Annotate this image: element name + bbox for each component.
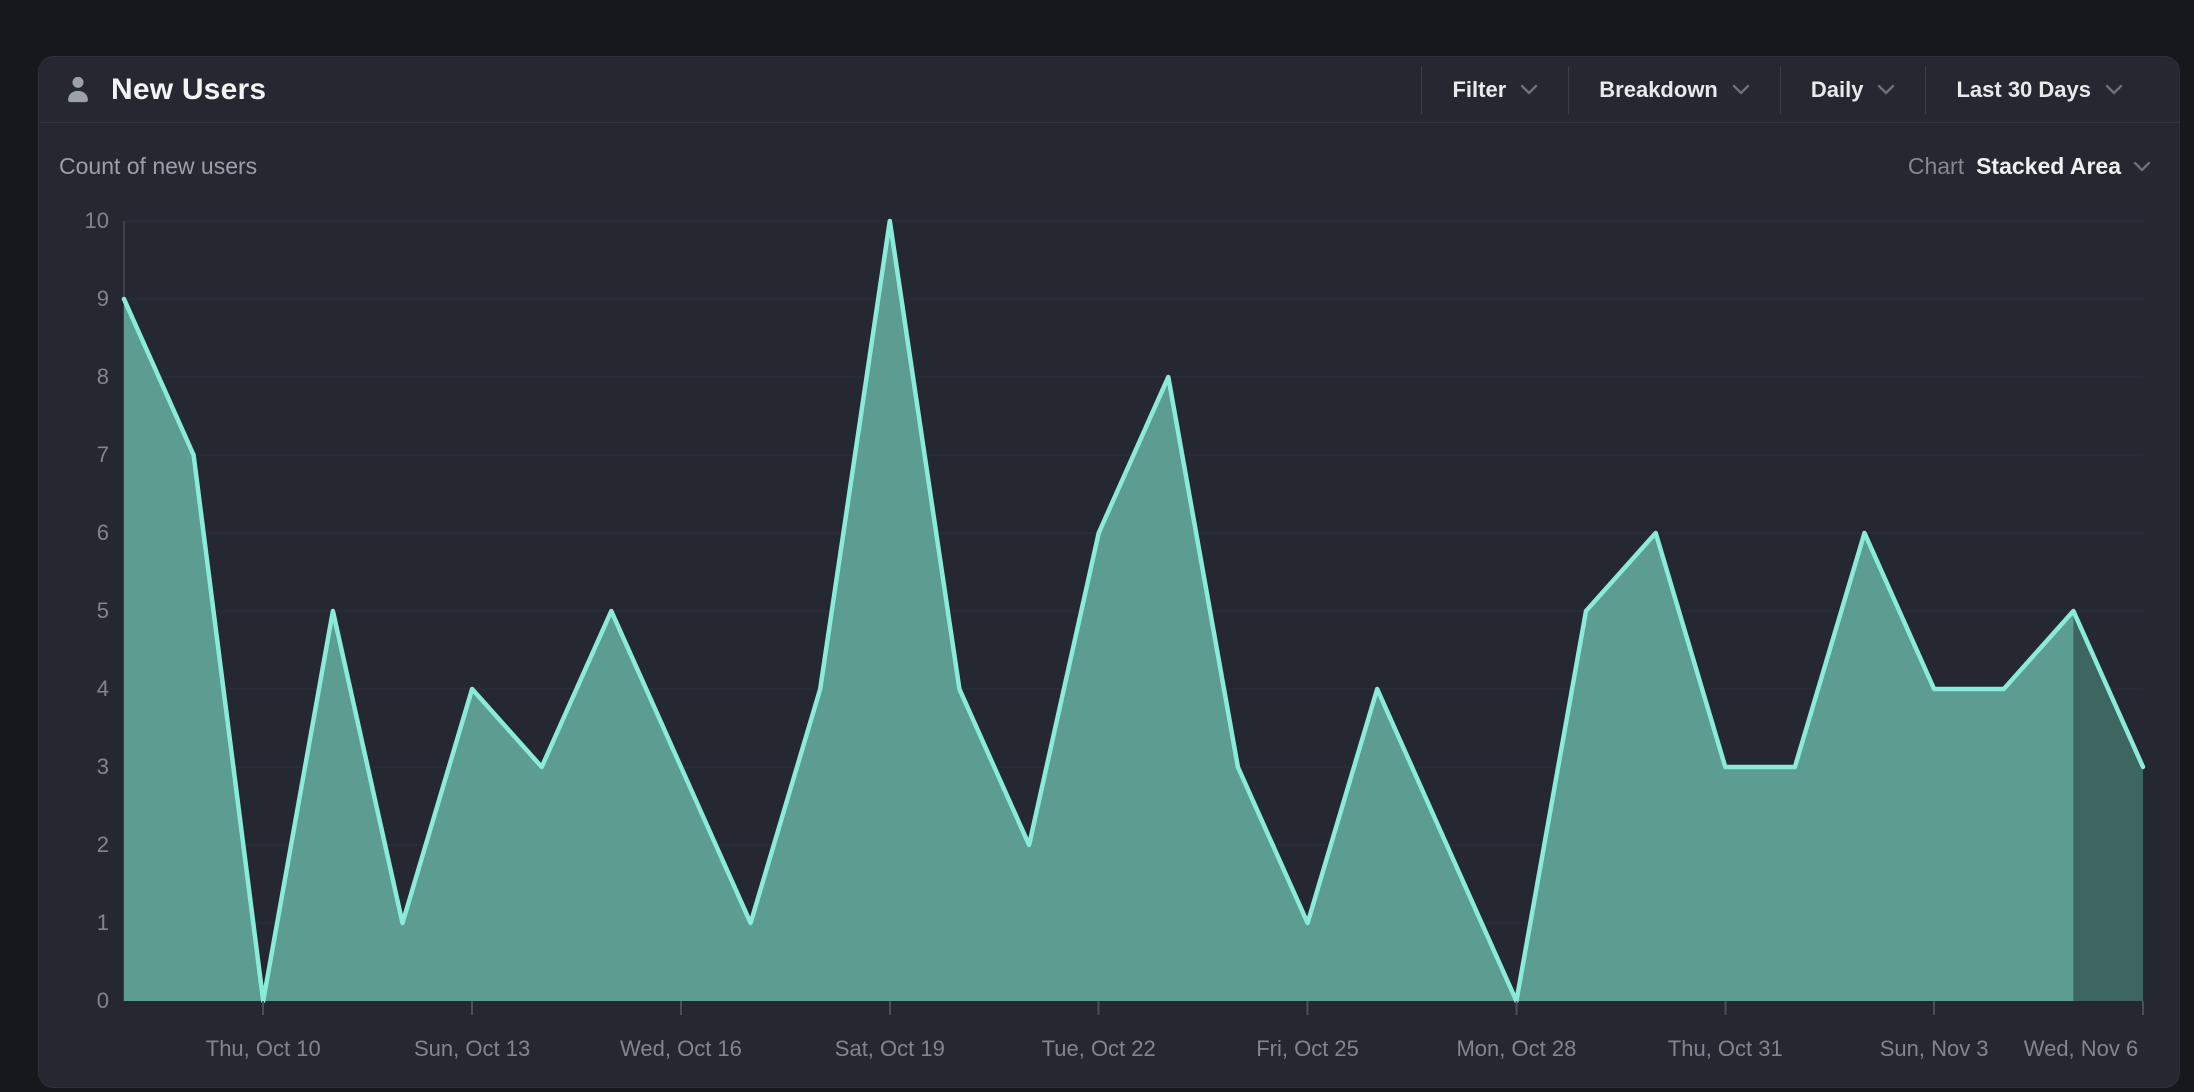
y-axis-label: 7 (47, 441, 109, 469)
y-axis-label: 8 (47, 363, 109, 391)
x-axis-label: Fri, Oct 25 (1198, 1035, 1418, 1063)
y-axis-label: 3 (47, 753, 109, 781)
x-axis-label: Thu, Oct 10 (153, 1035, 373, 1063)
x-axis-label: Sat, Oct 19 (780, 1035, 1000, 1063)
x-axis-label: Mon, Oct 28 (1406, 1035, 1626, 1063)
area-chart[interactable] (39, 57, 2181, 1089)
y-axis-label: 2 (47, 831, 109, 859)
x-axis-label: Wed, Oct 16 (571, 1035, 791, 1063)
x-axis-label: Tue, Oct 22 (989, 1035, 1209, 1063)
y-axis-label: 6 (47, 519, 109, 547)
x-axis-label: Wed, Nov 6 (1971, 1035, 2191, 1063)
y-axis-label: 10 (47, 207, 109, 235)
x-axis-label: Thu, Oct 31 (1615, 1035, 1835, 1063)
y-axis-label: 4 (47, 675, 109, 703)
y-axis-label: 1 (47, 909, 109, 937)
y-axis-label: 5 (47, 597, 109, 625)
x-axis-ticks (263, 1001, 2143, 1015)
y-axis-label: 9 (47, 285, 109, 313)
new-users-card: New Users Filter Breakdown Daily Last 30… (38, 56, 2180, 1088)
x-axis-label: Sun, Oct 13 (362, 1035, 582, 1063)
y-axis-label: 0 (47, 987, 109, 1015)
